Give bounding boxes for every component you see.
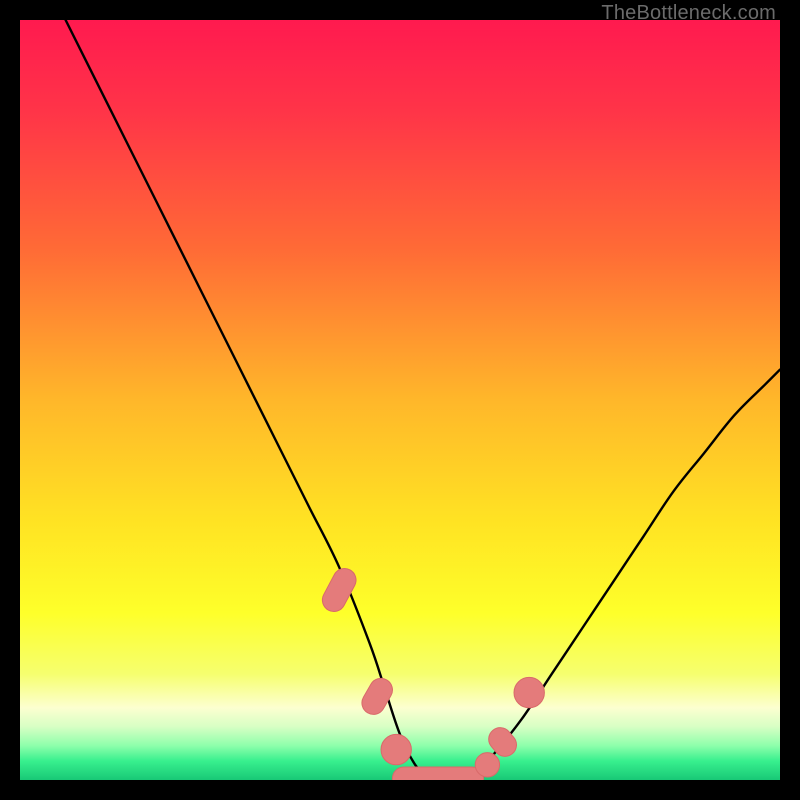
curve-layer — [20, 20, 780, 780]
chart-frame: TheBottleneck.com — [0, 0, 800, 800]
marker-pill — [358, 674, 397, 718]
marker-dot — [381, 734, 411, 764]
plot-area — [20, 20, 780, 780]
bottleneck-curve — [66, 20, 780, 780]
marker-dot — [475, 753, 499, 777]
marker-dot — [514, 677, 544, 707]
marker-pill — [318, 564, 360, 615]
marker-pill — [392, 767, 483, 780]
